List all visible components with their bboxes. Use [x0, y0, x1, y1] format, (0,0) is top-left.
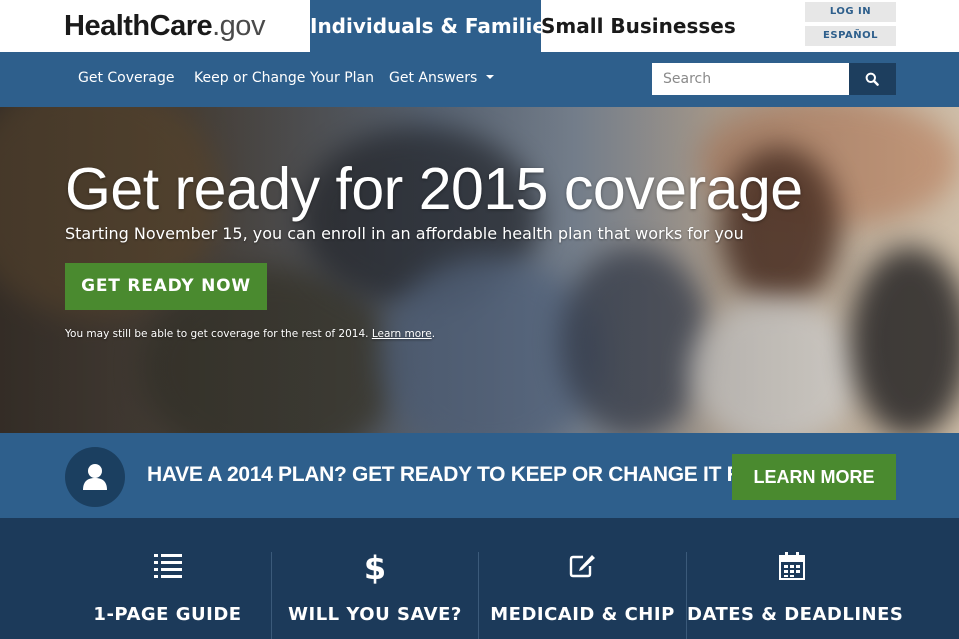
- tab-individuals-families[interactable]: Individuals & Families: [310, 0, 558, 52]
- list-icon: [153, 552, 183, 582]
- edit-icon: [568, 552, 598, 582]
- calendar-icon: [777, 552, 807, 582]
- tile-dates-deadlines[interactable]: DATES & DEADLINES: [686, 552, 904, 639]
- hero-note-text: You may still be able to get coverage fo…: [65, 328, 369, 340]
- nav-get-answers[interactable]: Get Answers: [389, 52, 495, 107]
- tile-will-you-save[interactable]: $ WILL YOU SAVE?: [271, 552, 478, 639]
- healthcare-gov-logo[interactable]: HealthCare.gov: [64, 9, 265, 43]
- main-nav: Get Coverage Keep or Change Your Plan Ge…: [0, 52, 959, 107]
- chevron-down-icon: [486, 75, 495, 79]
- tile-medicaid-chip[interactable]: MEDICAID & CHIP: [478, 552, 686, 639]
- search-input[interactable]: [652, 63, 849, 95]
- tab-small-businesses[interactable]: Small Businesses: [541, 0, 736, 52]
- logo-healthcare: HealthCare: [64, 10, 213, 42]
- nav-get-answers-label: Get Answers: [389, 70, 478, 86]
- site-header: HealthCare.gov Individuals & Families Sm…: [0, 0, 959, 52]
- avatar: [65, 447, 125, 507]
- nav-get-coverage[interactable]: Get Coverage: [78, 52, 174, 107]
- dollar-icon: $: [360, 552, 390, 584]
- hero-section: Get ready for 2015 coverage Starting Nov…: [0, 107, 959, 433]
- person-icon: [83, 464, 107, 490]
- logo-gov: .gov: [212, 10, 265, 42]
- login-button[interactable]: LOG IN: [805, 2, 896, 22]
- learn-more-link[interactable]: Learn more: [372, 328, 432, 340]
- hero-subtitle: Starting November 15, you can enroll in …: [65, 224, 744, 243]
- search-icon: [865, 72, 879, 86]
- learn-more-button[interactable]: LEARN MORE: [732, 454, 896, 500]
- search-button[interactable]: [849, 63, 896, 95]
- tile-label: WILL YOU SAVE?: [288, 604, 462, 625]
- plan-banner-text: HAVE A 2014 PLAN? GET READY TO KEEP OR C…: [147, 463, 822, 486]
- get-ready-now-button[interactable]: GET READY NOW: [65, 263, 267, 310]
- hero-title: Get ready for 2015 coverage: [65, 156, 803, 222]
- tile-label: MEDICAID & CHIP: [490, 604, 675, 625]
- espanol-button[interactable]: ESPAÑOL: [805, 26, 896, 46]
- plan-banner: HAVE A 2014 PLAN? GET READY TO KEEP OR C…: [0, 433, 959, 518]
- tile-label: 1-PAGE GUIDE: [93, 604, 242, 625]
- tile-1-page-guide[interactable]: 1-PAGE GUIDE: [64, 552, 271, 639]
- nav-keep-or-change-plan[interactable]: Keep or Change Your Plan: [194, 52, 374, 107]
- tile-label: DATES & DEADLINES: [687, 604, 904, 625]
- hero-note-period: .: [431, 328, 436, 340]
- quick-links: 1-PAGE GUIDE $ WILL YOU SAVE? MEDICAID &…: [0, 518, 959, 639]
- hero-note: You may still be able to get coverage fo…: [65, 328, 435, 340]
- svg-text:$: $: [365, 552, 385, 584]
